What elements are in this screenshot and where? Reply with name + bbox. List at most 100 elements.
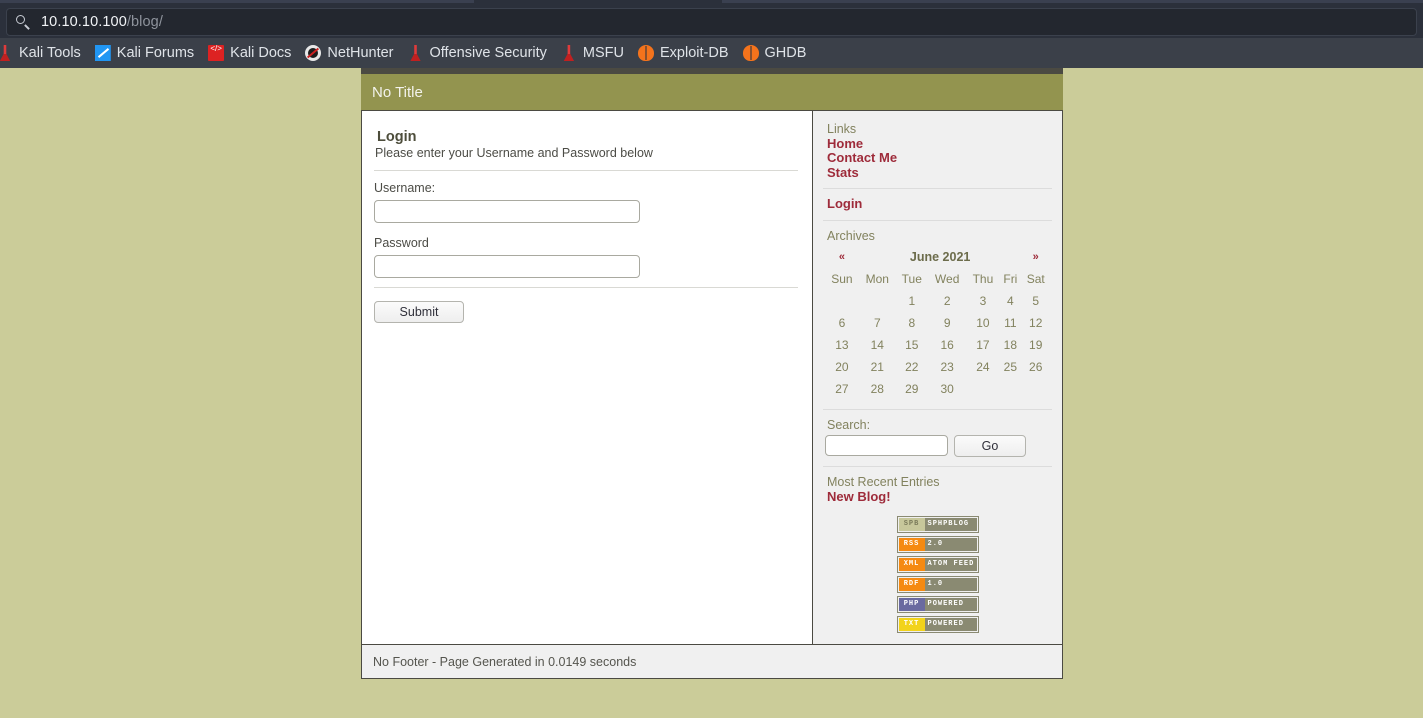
- calendar-week-row: 1 2 3 4 5: [825, 290, 1050, 312]
- bookmark-msfu[interactable]: MSFU: [554, 38, 631, 68]
- password-input[interactable]: [374, 255, 640, 278]
- calendar-prev-button[interactable]: «: [825, 246, 859, 268]
- calendar-day: 19: [1021, 334, 1050, 356]
- calendar-title: June 2021: [859, 246, 1022, 268]
- bookmark-label: Kali Tools: [19, 46, 81, 61]
- kali-tools-icon: [0, 45, 13, 61]
- login-heading: Login: [377, 129, 798, 145]
- atom-feed-badge[interactable]: XML ATOM FEED: [898, 557, 978, 572]
- sidebar-recent-block: Most Recent Entries New Blog!: [823, 475, 1052, 503]
- badge-left: PHP: [899, 598, 925, 611]
- active-tab[interactable]: [474, 0, 722, 6]
- calendar-day: 27: [825, 378, 859, 400]
- exploit-db-icon: [638, 45, 654, 61]
- bookmark-kali-tools[interactable]: Kali Tools: [0, 38, 88, 68]
- sphpblog-badge[interactable]: SPB SPHPBLOG: [898, 517, 978, 532]
- msfu-icon: [561, 45, 577, 61]
- calendar-week-row: 13 14 15 16 17 18 19: [825, 334, 1050, 356]
- php-powered-badge[interactable]: PHP POWERED: [898, 597, 978, 612]
- field-spacer: [374, 223, 798, 236]
- sidebar-item-stats[interactable]: Stats: [827, 166, 1050, 179]
- sidebar-divider-1: [823, 188, 1052, 189]
- calendar-day: 21: [859, 356, 896, 378]
- bookmark-label: NetHunter: [327, 46, 393, 61]
- calendar-day: 9: [928, 312, 967, 334]
- site-container: No Title Login Please enter your Usernam…: [361, 68, 1063, 679]
- calendar-day: 17: [967, 334, 1000, 356]
- badge-left: TXT: [899, 618, 925, 631]
- bookmark-exploit-db[interactable]: Exploit-DB: [631, 38, 736, 68]
- badge-left: RDF: [899, 578, 925, 591]
- calendar-day: 30: [928, 378, 967, 400]
- badge-right: 1.0: [925, 578, 977, 591]
- calendar-day: 4: [999, 290, 1021, 312]
- form-divider-top: [374, 170, 798, 171]
- bookmark-label: Kali Docs: [230, 46, 291, 61]
- calendar-day: 20: [825, 356, 859, 378]
- search-go-button[interactable]: Go: [954, 435, 1026, 457]
- username-input[interactable]: [374, 200, 640, 223]
- login-subheading: Please enter your Username and Password …: [375, 146, 798, 160]
- calendar-day: 23: [928, 356, 967, 378]
- links-label: Links: [827, 122, 1050, 136]
- recent-entries-label: Most Recent Entries: [827, 475, 1050, 489]
- calendar-day: [825, 290, 859, 312]
- search-input[interactable]: [825, 435, 948, 456]
- bookmark-offensive-security[interactable]: Offensive Security: [401, 38, 554, 68]
- calendar-day: 8: [896, 312, 928, 334]
- sidebar-search-block: Search: Go: [823, 418, 1052, 457]
- sidebar-item-login[interactable]: Login: [827, 197, 1050, 210]
- badge-left: SPB: [899, 518, 925, 531]
- bookmark-label: Offensive Security: [430, 46, 547, 61]
- calendar-day: 24: [967, 356, 1000, 378]
- tab-strip-segment-right: [722, 0, 1423, 3]
- calendar-day: 10: [967, 312, 1000, 334]
- calendar-dow: Fri: [999, 268, 1021, 290]
- sidebar-item-home[interactable]: Home: [827, 137, 1050, 150]
- calendar-dow: Tue: [896, 268, 928, 290]
- bookmark-label: MSFU: [583, 46, 624, 61]
- calendar-day: 6: [825, 312, 859, 334]
- badge-list: SPB SPHPBLOG RSS 2.0 XML ATOM FEED RDF 1…: [823, 517, 1052, 632]
- calendar-day: 13: [825, 334, 859, 356]
- calendar-dow: Mon: [859, 268, 896, 290]
- calendar-dow-row: Sun Mon Tue Wed Thu Fri Sat: [825, 268, 1050, 290]
- search-row: Go: [825, 435, 1050, 457]
- urlbar-row: 10.10.10.100/blog/: [0, 6, 1423, 38]
- bookmark-ghdb[interactable]: GHDB: [736, 38, 814, 68]
- calendar-day: 11: [999, 312, 1021, 334]
- bookmarks-bar: Kali Tools Kali Forums Kali Docs NetHunt…: [0, 38, 1423, 68]
- sidebar-divider-2: [823, 220, 1052, 221]
- address-bar[interactable]: 10.10.10.100/blog/: [6, 8, 1417, 36]
- page-title: No Title: [372, 84, 423, 101]
- calendar-day: 3: [967, 290, 1000, 312]
- rdf-1-badge[interactable]: RDF 1.0: [898, 577, 978, 592]
- sidebar-divider-3: [823, 409, 1052, 410]
- recent-entry-new-blog[interactable]: New Blog!: [827, 490, 1050, 503]
- badge-left: RSS: [899, 538, 925, 551]
- bookmark-kali-docs[interactable]: Kali Docs: [201, 38, 298, 68]
- page-viewport: No Title Login Please enter your Usernam…: [0, 68, 1423, 706]
- calendar-week-row: 20 21 22 23 24 25 26: [825, 356, 1050, 378]
- calendar-day: 12: [1021, 312, 1050, 334]
- calendar-day: 28: [859, 378, 896, 400]
- kali-forums-icon: [95, 45, 111, 61]
- bookmark-nethunter[interactable]: NetHunter: [298, 38, 400, 68]
- calendar-day: 18: [999, 334, 1021, 356]
- calendar-dow: Wed: [928, 268, 967, 290]
- calendar-day: 2: [928, 290, 967, 312]
- rss-2-badge[interactable]: RSS 2.0: [898, 537, 978, 552]
- bookmark-kali-forums[interactable]: Kali Forums: [88, 38, 201, 68]
- badge-right: 2.0: [925, 538, 977, 551]
- nethunter-icon: [305, 45, 321, 61]
- sidebar-item-contact-me[interactable]: Contact Me: [827, 151, 1050, 164]
- calendar-day: 15: [896, 334, 928, 356]
- submit-button[interactable]: Submit: [374, 301, 464, 323]
- calendar-next-button[interactable]: »: [1021, 246, 1050, 268]
- txt-powered-badge[interactable]: TXT POWERED: [898, 617, 978, 632]
- password-label: Password: [374, 236, 798, 250]
- form-divider-bottom: [374, 287, 798, 288]
- ghdb-icon: [743, 45, 759, 61]
- site-body: Login Please enter your Username and Pas…: [361, 111, 1063, 645]
- url-path: /blog/: [127, 14, 163, 30]
